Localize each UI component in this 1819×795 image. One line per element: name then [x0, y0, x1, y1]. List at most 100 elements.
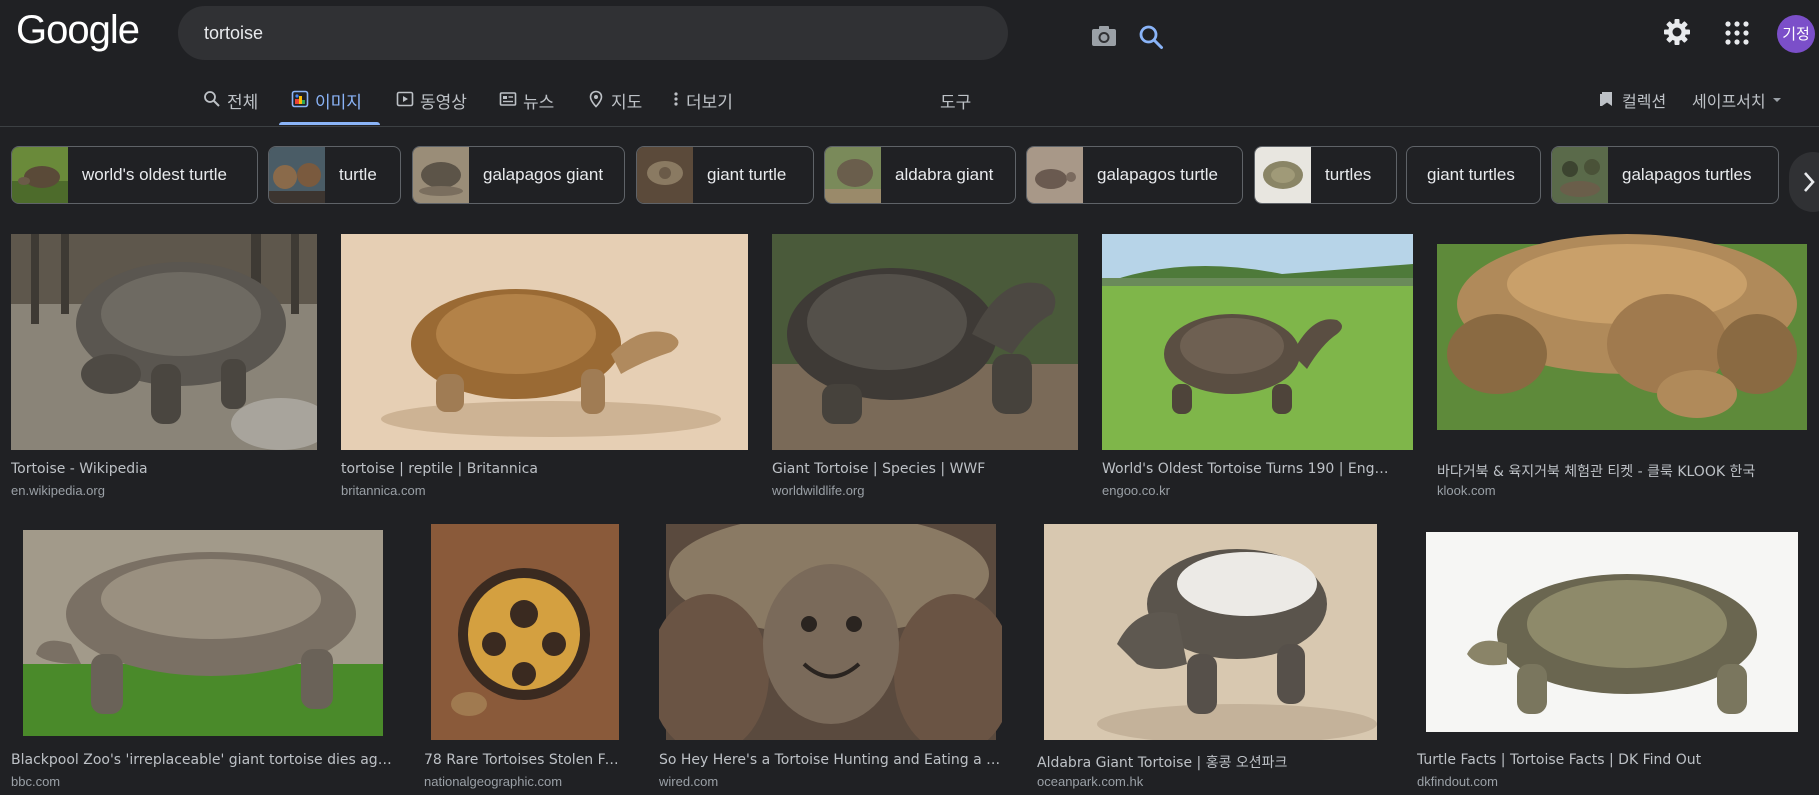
- tab-news[interactable]: 뉴스: [499, 88, 554, 124]
- result-image[interactable]: [772, 234, 1078, 450]
- result-title[interactable]: Aldabra Giant Tortoise | 홍콩 오션파크: [1037, 752, 1377, 772]
- tab-all[interactable]: 전체: [203, 88, 258, 124]
- chip-turtle[interactable]: turtle: [268, 146, 401, 204]
- image-result[interactable]: World's Oldest Tortoise Turns 190 | Engo…: [1102, 234, 1413, 504]
- tab-label: 지도: [611, 93, 643, 113]
- result-site: dkfindout.com: [1417, 774, 1498, 789]
- chip-thumbnail: [825, 147, 881, 203]
- apps-grid-icon[interactable]: [1725, 21, 1749, 45]
- result-image[interactable]: [1417, 524, 1807, 740]
- image-result[interactable]: Aldabra Giant Tortoise | 홍콩 오션파크 oceanpa…: [1037, 524, 1377, 795]
- active-tab-indicator: [279, 122, 380, 125]
- result-title[interactable]: Blackpool Zoo's 'irreplaceable' giant to…: [11, 752, 396, 768]
- tab-videos[interactable]: 동영상: [396, 88, 467, 124]
- result-site: worldwildlife.org: [772, 483, 865, 498]
- bookmark-icon: [1600, 92, 1612, 106]
- result-image[interactable]: [1437, 234, 1807, 450]
- image-result[interactable]: Blackpool Zoo's 'irreplaceable' giant to…: [11, 524, 406, 795]
- chip-label: world's oldest turtle: [82, 165, 227, 184]
- chip-galapagos-turtle[interactable]: galapagos turtle: [1026, 146, 1243, 204]
- search-icon: [204, 91, 220, 107]
- avatar[interactable]: 기정: [1777, 15, 1815, 53]
- chip-thumbnail: [12, 147, 68, 203]
- chip-thumbnail: [269, 147, 325, 203]
- result-site: klook.com: [1437, 483, 1496, 498]
- camera-icon[interactable]: [1090, 24, 1118, 48]
- result-image[interactable]: [424, 524, 624, 740]
- result-site: en.wikipedia.org: [11, 483, 105, 498]
- news-icon: [499, 92, 517, 106]
- chip-label: galapagos turtles: [1622, 165, 1752, 184]
- search-tabs: 전체 이미지 동영상 뉴스 지도 더보기 도구 컬렉션 세이프서치: [0, 70, 1819, 127]
- result-image[interactable]: [659, 524, 1002, 740]
- tab-label: 도구: [940, 93, 972, 113]
- image-result[interactable]: Tortoise - Wikipedia en.wikipedia.org: [11, 234, 317, 504]
- header: Google tortoise 기정: [0, 0, 1819, 68]
- result-site: britannica.com: [341, 483, 426, 498]
- result-image[interactable]: [341, 234, 748, 450]
- chip-label: giant turtles: [1427, 165, 1515, 184]
- result-site: nationalgeographic.com: [424, 774, 563, 789]
- chips-next-button[interactable]: [1789, 152, 1819, 212]
- result-site: bbc.com: [11, 774, 61, 789]
- dropdown-arrow-icon: [1772, 98, 1781, 102]
- image-result[interactable]: tortoise | reptile | Britannica britanni…: [341, 234, 748, 504]
- chip-galapagos-turtles[interactable]: galapagos turtles: [1551, 146, 1779, 204]
- result-title[interactable]: 78 Rare Tortoises Stolen Fro...: [424, 752, 624, 768]
- image-result[interactable]: Giant Tortoise | Species | WWF worldwild…: [772, 234, 1078, 504]
- more-vert-icon: [674, 92, 678, 106]
- result-title[interactable]: World's Oldest Tortoise Turns 190 | Engo…: [1102, 461, 1397, 477]
- chip-thumbnail: [1552, 147, 1608, 203]
- tab-label: 세이프서치: [1692, 92, 1766, 111]
- result-image[interactable]: [11, 524, 406, 740]
- result-site: wired.com: [659, 774, 719, 789]
- image-result[interactable]: 78 Rare Tortoises Stolen Fro... national…: [424, 524, 624, 795]
- image-icon: [291, 90, 309, 108]
- chip-thumbnail: [413, 147, 469, 203]
- result-title[interactable]: So Hey Here's a Tortoise Hunting and Eat…: [659, 752, 1002, 768]
- chip-label: turtles: [1325, 165, 1372, 184]
- chip-giant-turtle[interactable]: giant turtle: [636, 146, 814, 204]
- result-title[interactable]: 바다거북 & 육지거북 체험관 티켓 - 클룩 KLOOK 한국: [1437, 461, 1807, 481]
- tab-maps[interactable]: 지도: [587, 88, 642, 124]
- result-image[interactable]: [1037, 524, 1377, 740]
- tab-label: 뉴스: [523, 93, 555, 113]
- play-icon: [396, 91, 414, 107]
- search-icon[interactable]: [1138, 24, 1164, 50]
- image-result[interactable]: 바다거북 & 육지거북 체험관 티켓 - 클룩 KLOOK 한국 klook.c…: [1437, 234, 1807, 504]
- chip-label: aldabra giant: [895, 165, 994, 184]
- chip-turtles[interactable]: turtles: [1254, 146, 1397, 204]
- search-box[interactable]: [178, 6, 1163, 60]
- chevron-right-icon: [1804, 172, 1815, 192]
- chip-label: giant turtle: [707, 165, 787, 184]
- result-image[interactable]: [11, 234, 317, 450]
- chip-thumbnail: [637, 147, 693, 203]
- result-site: oceanpark.com.hk: [1037, 774, 1144, 789]
- google-logo[interactable]: Google: [16, 8, 140, 53]
- tab-label: 전체: [227, 93, 259, 113]
- safesearch-button[interactable]: 세이프서치: [1692, 88, 1782, 124]
- result-image[interactable]: [1102, 234, 1413, 450]
- chip-worlds-oldest-turtle[interactable]: world's oldest turtle: [11, 146, 258, 204]
- map-pin-icon: [589, 90, 603, 108]
- tab-label: 더보기: [686, 93, 733, 113]
- gear-icon[interactable]: [1663, 18, 1691, 46]
- result-title[interactable]: Tortoise - Wikipedia: [11, 461, 317, 477]
- chip-aldabra-giant[interactable]: aldabra giant: [824, 146, 1016, 204]
- tools-button[interactable]: 도구: [940, 88, 971, 124]
- result-title[interactable]: Giant Tortoise | Species | WWF: [772, 461, 1078, 477]
- tab-label: 컬렉션: [1622, 92, 1667, 111]
- chip-thumbnail: [1255, 147, 1311, 203]
- image-result[interactable]: Turtle Facts | Tortoise Facts | DK Find …: [1417, 524, 1807, 795]
- chip-giant-turtles[interactable]: giant turtles: [1406, 146, 1541, 204]
- image-result[interactable]: So Hey Here's a Tortoise Hunting and Eat…: [659, 524, 1002, 795]
- search-input[interactable]: [204, 19, 884, 47]
- chip-galapagos-giant[interactable]: galapagos giant: [412, 146, 625, 204]
- result-title[interactable]: Turtle Facts | Tortoise Facts | DK Find …: [1417, 752, 1807, 768]
- chip-thumbnail: [1027, 147, 1083, 203]
- result-title[interactable]: tortoise | reptile | Britannica: [341, 461, 748, 477]
- collections-button[interactable]: 컬렉션: [1598, 88, 1666, 124]
- tab-more[interactable]: 더보기: [672, 88, 733, 124]
- chip-label: turtle: [339, 165, 377, 184]
- tab-images[interactable]: 이미지: [291, 88, 362, 124]
